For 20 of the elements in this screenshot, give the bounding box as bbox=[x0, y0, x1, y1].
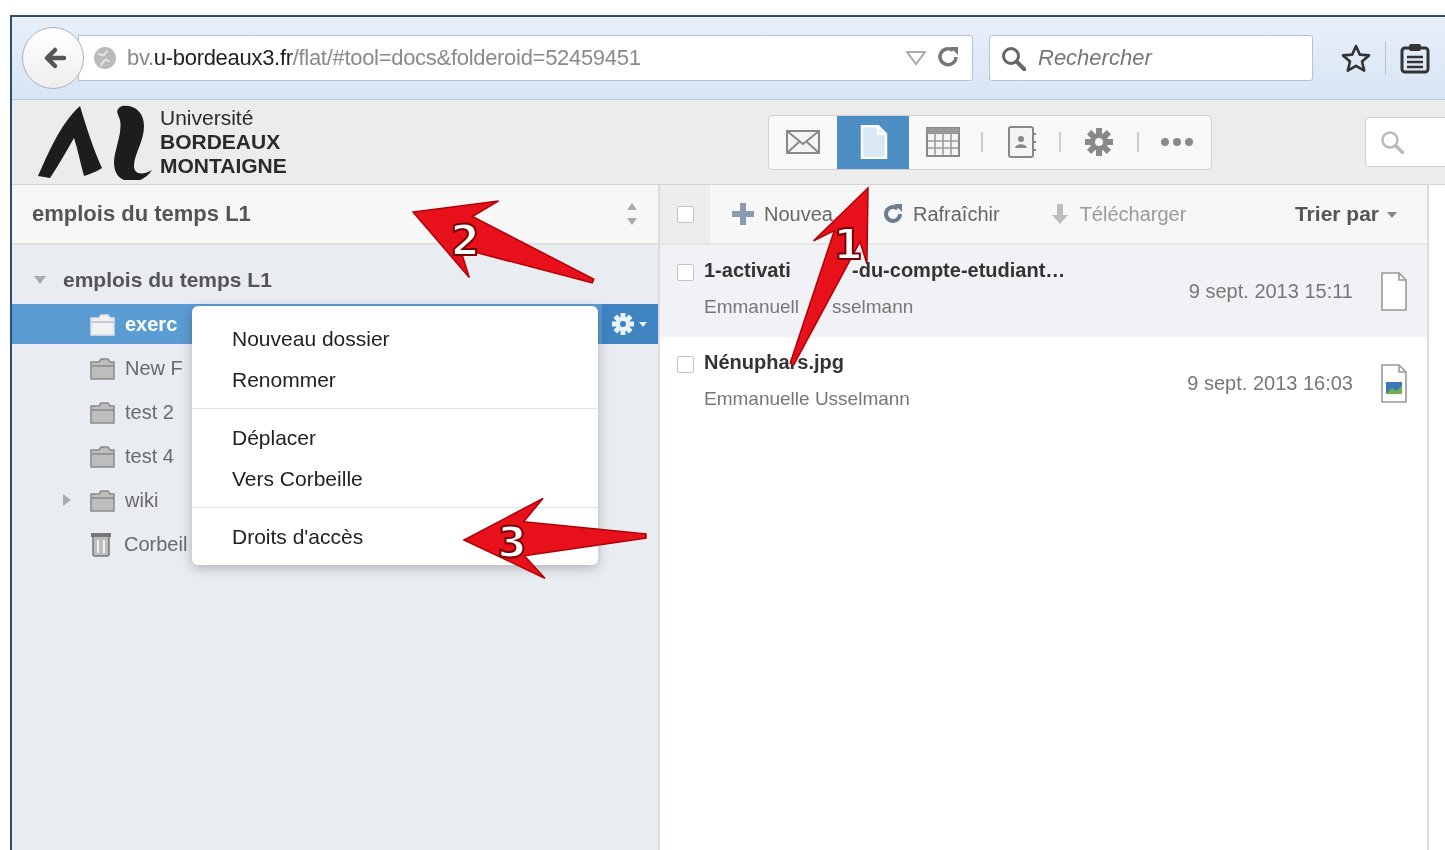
folder-name: Corbeil bbox=[124, 532, 188, 556]
annotation-number: 2 bbox=[450, 216, 480, 265]
annotation-number: 3 bbox=[497, 518, 527, 567]
folder-name: exerc bbox=[125, 312, 178, 336]
folder-name: test 4 bbox=[125, 444, 174, 468]
folder-name: New F bbox=[125, 356, 183, 380]
file-author: Emmanuelle Usselmann bbox=[704, 387, 910, 410]
file-date: 9 sept. 2013 15:11 bbox=[1188, 279, 1353, 303]
folder-title: emplois du temps L1 bbox=[32, 201, 252, 227]
folder-name: wiki bbox=[125, 488, 159, 512]
file-name: -du-compte-etudiant… bbox=[852, 258, 1066, 282]
folder-name: emplois du temps L1 bbox=[63, 268, 272, 292]
file-author: Emmanuell bbox=[704, 295, 800, 318]
file-author: sselmann bbox=[832, 295, 914, 318]
file-name: 1-activati bbox=[704, 258, 791, 282]
logo-text: BORDEAUX bbox=[160, 130, 282, 154]
folder-name: test 2 bbox=[125, 400, 174, 424]
file-date: 9 sept. 2013 16:03 bbox=[1187, 371, 1353, 395]
logo-text: MONTAIGNE bbox=[160, 154, 287, 178]
logo-text: Université bbox=[160, 106, 255, 130]
